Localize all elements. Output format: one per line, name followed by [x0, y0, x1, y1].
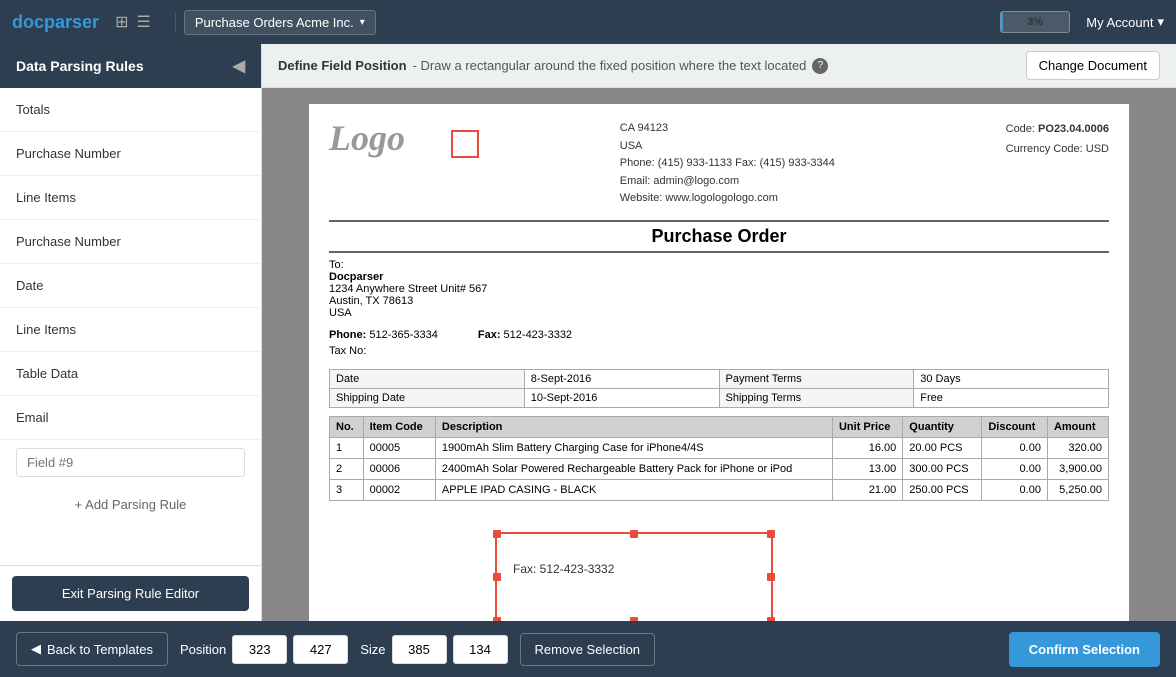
- exit-button[interactable]: Exit Parsing Rule Editor: [12, 576, 249, 611]
- table-header: No. Item Code Description Unit Price Qua…: [330, 416, 1109, 437]
- sidebar-item-purchase-number-1[interactable]: Purchase Number: [0, 132, 261, 176]
- remove-selection-button[interactable]: Remove Selection: [520, 633, 656, 666]
- size-h-input[interactable]: [453, 635, 508, 664]
- topbar-icons: ⊞ ☰: [115, 12, 151, 32]
- sidebar-item-date[interactable]: Date: [0, 264, 261, 308]
- my-account-label: My Account: [1086, 15, 1153, 30]
- logo-image: Logo: [329, 120, 449, 156]
- progress-label: 3%: [1027, 16, 1043, 28]
- table-row: Date 8-Sept-2016 Payment Terms 30 Days: [330, 369, 1109, 388]
- back-arrow-icon: ◀: [31, 641, 41, 657]
- define-field-position-label: Define Field Position: [278, 58, 407, 73]
- topbar-divider: [175, 12, 176, 32]
- doc-selector-label: Purchase Orders Acme Inc.: [195, 15, 354, 30]
- back-to-templates-button[interactable]: ◀ Back to Templates: [16, 632, 168, 666]
- logo-doc: doc: [12, 12, 44, 32]
- grid-icon[interactable]: ⊞: [115, 12, 128, 32]
- doc-address-center: CA 94123 USA Phone: (415) 933-1133 Fax: …: [620, 120, 835, 208]
- chevron-down-icon: ▾: [360, 17, 365, 28]
- sidebar-item-line-items-2[interactable]: Line Items: [0, 308, 261, 352]
- define-instruction-text: - Draw a rectangular around the fixed po…: [413, 58, 807, 73]
- position-x-input[interactable]: [232, 635, 287, 664]
- doc-selector[interactable]: Purchase Orders Acme Inc. ▾: [184, 10, 376, 35]
- doc-to-section: To: Docparser 1234 Anywhere Street Unit#…: [309, 253, 1129, 325]
- table-header-row: No. Item Code Description Unit Price Qua…: [330, 416, 1109, 437]
- line-items-table: No. Item Code Description Unit Price Qua…: [329, 416, 1109, 501]
- doc-contact-row: Phone: 512-365-3334 Fax: 512-423-3332 Ta…: [309, 325, 1129, 361]
- doc-header: Define Field Position - Draw a rectangul…: [262, 44, 1176, 88]
- sidebar-title: Data Parsing Rules: [16, 58, 144, 74]
- confirm-selection-button[interactable]: Confirm Selection: [1009, 632, 1160, 667]
- selection-content: Fax: 512-423-3332: [497, 550, 771, 588]
- table-row: 1 00005 1900mAh Slim Battery Charging Ca…: [330, 437, 1109, 458]
- sidebar-header: Data Parsing Rules ◀: [0, 44, 261, 88]
- doc-page: Logo CA 94123 USA Phone: (415) 933-1133 …: [309, 104, 1129, 621]
- position-y-input[interactable]: [293, 635, 348, 664]
- sidebar-item-totals[interactable]: Totals: [0, 88, 261, 132]
- doc-dates-section: Date 8-Sept-2016 Payment Terms 30 Days S…: [309, 369, 1129, 408]
- add-parsing-rule-button[interactable]: + Add Parsing Rule: [0, 485, 261, 524]
- handle-bottom-right[interactable]: [767, 617, 775, 621]
- logo: docparser: [12, 12, 99, 33]
- selection-box[interactable]: Fax: 512-423-3332: [495, 532, 773, 621]
- dates-table: Date 8-Sept-2016 Payment Terms 30 Days S…: [329, 369, 1109, 408]
- col-no: No.: [330, 416, 364, 437]
- col-unit-price: Unit Price: [832, 416, 902, 437]
- table-row: 3 00002 APPLE IPAD CASING - BLACK 21.00 …: [330, 479, 1109, 500]
- col-quantity: Quantity: [903, 416, 982, 437]
- phone-fax-row: Phone: 512-365-3334 Fax: 512-423-3332: [329, 329, 1109, 341]
- my-account[interactable]: My Account ▾: [1086, 14, 1164, 30]
- table-row: Shipping Date 10-Sept-2016 Shipping Term…: [330, 388, 1109, 407]
- topbar: docparser ⊞ ☰ Purchase Orders Acme Inc. …: [0, 0, 1176, 44]
- po-title: Purchase Order: [329, 220, 1109, 253]
- sidebar-item-email[interactable]: Email: [0, 396, 261, 440]
- sidebar-item-line-items-1[interactable]: Line Items: [0, 176, 261, 220]
- sidebar: Data Parsing Rules ◀ Totals Purchase Num…: [0, 44, 262, 621]
- tax-row: Tax No:: [329, 345, 1109, 357]
- handle-bottom-mid[interactable]: [630, 617, 638, 621]
- sidebar-footer: Exit Parsing Rule Editor: [0, 565, 261, 621]
- col-item-code: Item Code: [363, 416, 435, 437]
- progress-fill: [1001, 12, 1003, 32]
- change-document-button[interactable]: Change Document: [1026, 51, 1160, 80]
- table-row: 2 00006 2400mAh Solar Powered Rechargeab…: [330, 458, 1109, 479]
- sidebar-item-table-data[interactable]: Table Data: [0, 352, 261, 396]
- size-group: Size: [360, 635, 507, 664]
- doc-logo: Logo: [329, 120, 449, 208]
- handle-bottom-left[interactable]: [493, 617, 501, 621]
- handle-top-right[interactable]: [767, 530, 775, 538]
- logo-parser: parser: [44, 12, 99, 32]
- field-name-input[interactable]: [16, 448, 245, 477]
- col-discount: Discount: [982, 416, 1048, 437]
- doc-top-section: Logo CA 94123 USA Phone: (415) 933-1133 …: [309, 104, 1129, 216]
- sidebar-field-input-row: [0, 440, 261, 485]
- bottom-bar: ◀ Back to Templates Position Size Remove…: [0, 621, 1176, 677]
- sidebar-items: Totals Purchase Number Line Items Purcha…: [0, 88, 261, 565]
- progress-bar: 3%: [1000, 11, 1070, 33]
- list-icon[interactable]: ☰: [136, 12, 150, 32]
- size-label: Size: [360, 642, 385, 657]
- sidebar-item-purchase-number-2[interactable]: Purchase Number: [0, 220, 261, 264]
- handle-mid-right[interactable]: [767, 573, 775, 581]
- chevron-down-icon: ▾: [1157, 14, 1164, 30]
- position-label: Position: [180, 642, 226, 657]
- size-w-input[interactable]: [392, 635, 447, 664]
- help-icon[interactable]: ?: [812, 58, 828, 74]
- doc-header-left: Define Field Position - Draw a rectangul…: [278, 58, 828, 74]
- handle-top-mid[interactable]: [630, 530, 638, 538]
- doc-area: Define Field Position - Draw a rectangul…: [262, 44, 1176, 621]
- sidebar-collapse-icon[interactable]: ◀: [233, 56, 245, 76]
- handle-mid-left[interactable]: [493, 573, 501, 581]
- doc-code-section: Code: PO23.04.0006 Currency Code: USD: [1006, 120, 1109, 208]
- col-amount: Amount: [1047, 416, 1108, 437]
- main-layout: Data Parsing Rules ◀ Totals Purchase Num…: [0, 44, 1176, 621]
- doc-scroll[interactable]: Logo CA 94123 USA Phone: (415) 933-1133 …: [262, 88, 1176, 621]
- position-group: Position: [180, 635, 348, 664]
- doc-line-items-section: No. Item Code Description Unit Price Qua…: [309, 416, 1129, 501]
- table-body: 1 00005 1900mAh Slim Battery Charging Ca…: [330, 437, 1109, 500]
- logo-marker: [451, 130, 479, 158]
- col-description: Description: [435, 416, 832, 437]
- handle-top-left[interactable]: [493, 530, 501, 538]
